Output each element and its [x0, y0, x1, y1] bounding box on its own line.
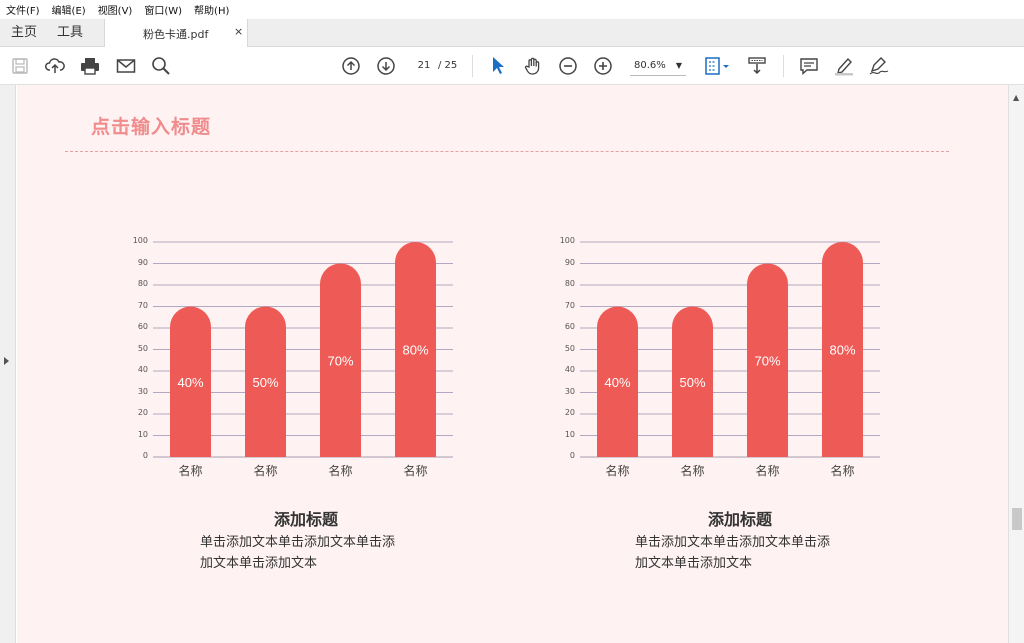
upload-cloud-icon[interactable]	[44, 55, 66, 77]
dashed-divider	[65, 151, 949, 152]
menu-bar: 文件(F) 编辑(E) 视图(V) 窗口(W) 帮助(H)	[0, 0, 1024, 19]
x-category-label: 名称	[680, 464, 705, 478]
tab-home[interactable]: 主页	[11, 19, 37, 47]
tab-document[interactable]: 粉色卡通.pdf ×	[104, 19, 248, 48]
page-up-icon[interactable]	[340, 55, 362, 77]
bar-data-label: 80%	[829, 343, 855, 358]
y-tick-label: 50	[137, 343, 148, 353]
x-category-label: 名称	[755, 464, 780, 478]
y-tick-label: 80	[137, 279, 148, 288]
y-tick-label: 100	[559, 236, 575, 245]
expand-arrow-icon	[4, 357, 9, 365]
zoom-in-icon[interactable]	[592, 55, 614, 77]
tab-tools[interactable]: 工具	[57, 19, 83, 47]
chevron-down-icon: ▼	[675, 61, 682, 70]
y-tick-label: 90	[564, 257, 575, 267]
print-icon[interactable]	[79, 55, 101, 77]
menu-help[interactable]: 帮助(H)	[194, 2, 229, 17]
bar-data-label: 70%	[327, 353, 353, 368]
y-tick-label: 0	[142, 451, 148, 460]
page-down-icon[interactable]	[375, 55, 397, 77]
chart-plot-area: 40% 50% 70% 80%	[580, 241, 880, 458]
caption-title-left[interactable]: 添加标题	[196, 506, 416, 530]
x-category-label: 名称	[830, 464, 855, 478]
x-category-label: 名称	[605, 464, 630, 478]
x-category-label: 名称	[253, 464, 278, 478]
toolbar-divider	[472, 55, 473, 77]
zoom-out-icon[interactable]	[557, 55, 579, 77]
x-category-label: 名称	[328, 464, 353, 478]
y-tick-label: 80	[564, 279, 575, 288]
document-tab-label: 粉色卡通.pdf	[143, 28, 209, 41]
caption-body-left[interactable]: 单击添加文本单击添加文本单击添 加文本单击添加文本	[200, 532, 420, 574]
fit-page-icon[interactable]	[702, 55, 732, 77]
bar-data-label: 50%	[679, 375, 705, 390]
menu-view[interactable]: 视图(V)	[98, 2, 133, 17]
y-tick-label: 40	[564, 365, 575, 374]
x-category-label: 名称	[178, 464, 203, 478]
bar-data-label: 70%	[754, 353, 780, 368]
left-panel-toggle[interactable]	[0, 85, 16, 643]
scroll-up-icon[interactable]: ▲	[1013, 93, 1019, 102]
caption-line: 加文本单击添加文本	[635, 556, 753, 571]
y-tick-label: 90	[137, 257, 148, 267]
toolbar: 21 / 25 80.6% ▼	[0, 47, 1024, 85]
scrollbar-thumb[interactable]	[1012, 508, 1022, 530]
mail-icon[interactable]	[115, 55, 137, 77]
chart-plot-area: 40% 50% 70% 80%	[153, 241, 453, 458]
search-zoom-icon[interactable]	[150, 55, 172, 77]
toolbar-divider	[783, 55, 784, 77]
page-total: / 25	[438, 60, 458, 71]
y-tick-label: 20	[137, 408, 148, 417]
y-tick-label: 10	[564, 429, 575, 439]
bar-data-label: 50%	[252, 375, 278, 390]
highlight-icon[interactable]	[833, 55, 855, 77]
y-tick-label: 20	[564, 408, 575, 417]
bar-data-label: 40%	[177, 375, 203, 390]
y-tick-label: 100	[132, 236, 148, 245]
y-tick-label: 50	[564, 343, 575, 353]
x-category-label: 名称	[403, 464, 428, 478]
y-tick-label: 70	[564, 300, 575, 310]
y-tick-label: 30	[564, 386, 575, 396]
bar-chart-right: 40% 50% 70% 80% 0 10 20 30 40 50 60 70 80 90 100 名称 名称 名称…	[550, 230, 910, 480]
menu-window[interactable]: 窗口(W)	[144, 2, 182, 17]
tab-bar: 主页 工具 粉色卡通.pdf ×	[0, 19, 1024, 48]
comment-icon[interactable]	[798, 55, 820, 77]
y-tick-label: 10	[137, 429, 148, 439]
page-number-input[interactable]: 21	[410, 56, 438, 76]
y-tick-label: 60	[564, 322, 575, 331]
save-icon[interactable]	[9, 55, 31, 77]
caption-line: 单击添加文本单击添加文本单击添	[200, 535, 396, 550]
document-page: 点击输入标题 40% 50% 70% 80% 0 10 20 30 40 50 60 70 80 90 10…	[17, 85, 1008, 643]
vertical-scrollbar[interactable]: ▲	[1008, 85, 1024, 643]
zoom-select[interactable]: 80.6% ▼	[630, 56, 686, 76]
y-tick-label: 60	[137, 322, 148, 331]
bar-data-label: 80%	[402, 343, 428, 358]
close-tab-icon[interactable]: ×	[234, 25, 243, 38]
menu-edit[interactable]: 编辑(E)	[52, 2, 86, 17]
caption-line: 单击添加文本单击添加文本单击添	[635, 535, 831, 550]
y-tick-label: 30	[137, 386, 148, 396]
y-tick-label: 40	[137, 365, 148, 374]
menu-file[interactable]: 文件(F)	[6, 2, 40, 17]
caption-line: 加文本单击添加文本	[200, 556, 318, 571]
page-title[interactable]: 点击输入标题	[91, 112, 211, 139]
scroll-mode-icon[interactable]	[746, 55, 768, 77]
hand-icon[interactable]	[522, 55, 544, 77]
caption-title-right[interactable]: 添加标题	[630, 506, 850, 530]
y-tick-label: 0	[569, 451, 575, 460]
bar-data-label: 40%	[604, 375, 630, 390]
sign-icon[interactable]	[868, 55, 890, 77]
caption-body-right[interactable]: 单击添加文本单击添加文本单击添 加文本单击添加文本	[635, 532, 855, 574]
select-cursor-icon[interactable]	[487, 55, 509, 77]
zoom-value: 80.6%	[634, 60, 666, 71]
bar-chart-left: 40% 50% 70% 80% 0 10 20 30 40 50 60 70 80 90 100 名称 名称 名称…	[123, 230, 483, 480]
y-tick-label: 70	[137, 300, 148, 310]
